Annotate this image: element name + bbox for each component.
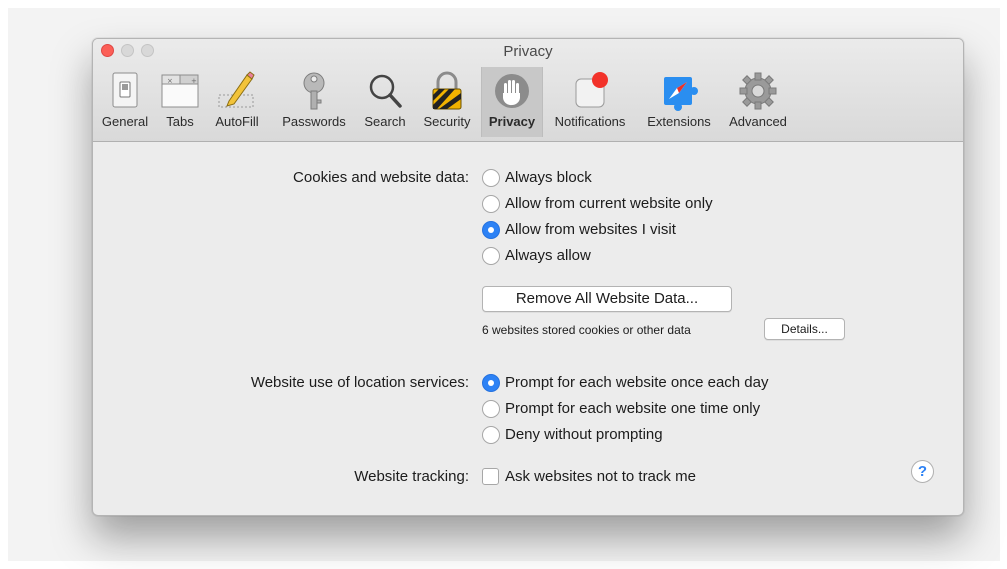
tab-extensions[interactable]: Extensions — [639, 67, 719, 137]
help-button[interactable]: ? — [911, 460, 934, 483]
stored-cookies-info: 6 websites stored cookies or other data — [482, 323, 691, 337]
tab-advanced[interactable]: Advanced — [723, 67, 793, 137]
radio-websites-i-visit[interactable] — [482, 221, 500, 239]
notification-badge-icon — [568, 71, 612, 111]
radio-current-website[interactable] — [482, 195, 500, 213]
key-icon — [292, 71, 336, 111]
tab-tabs-label: Tabs — [166, 114, 194, 129]
tab-general[interactable]: General — [97, 67, 153, 137]
radio-one-time-only[interactable] — [482, 400, 500, 418]
privacy-pane: Cookies and website data: Always block A… — [93, 142, 963, 515]
tab-passwords-label: Passwords — [282, 114, 346, 129]
tab-advanced-label: Advanced — [729, 114, 787, 129]
radio-always-allow[interactable] — [482, 247, 500, 265]
tab-search[interactable]: Search — [357, 67, 413, 137]
svg-text:+: + — [191, 77, 197, 85]
svg-text:×: × — [167, 77, 173, 85]
remove-all-website-data-button[interactable]: Remove All Website Data... — [482, 286, 732, 312]
privacy-preferences-window: Privacy General × + Tabs AutoFill Passwo… — [92, 38, 964, 516]
tab-passwords[interactable]: Passwords — [274, 67, 354, 137]
details-button[interactable]: Details... — [764, 318, 845, 340]
tab-security-label: Security — [423, 114, 471, 129]
tabs-icon: × + — [158, 71, 202, 111]
tab-general-label: General — [101, 114, 149, 129]
tab-extensions-label: Extensions — [647, 114, 711, 129]
tab-autofill-label: AutoFill — [215, 114, 259, 129]
tab-autofill[interactable]: AutoFill — [205, 67, 269, 137]
radio-deny-without-prompting[interactable] — [482, 426, 500, 444]
tab-privacy[interactable]: Privacy — [481, 67, 543, 137]
tab-privacy-label: Privacy — [488, 114, 536, 129]
tab-notifications[interactable]: Notifications — [545, 67, 635, 137]
switch-icon — [103, 71, 147, 111]
padlock-icon — [425, 71, 469, 111]
hand-icon — [490, 71, 534, 111]
tab-security[interactable]: Security — [417, 67, 477, 137]
magnifier-icon — [363, 71, 407, 111]
radio-once-each-day[interactable] — [482, 374, 500, 392]
cookies-label: Cookies and website data: — [293, 169, 469, 186]
location-services-label: Website use of location services: — [250, 374, 469, 391]
tab-notifications-label: Notifications — [554, 114, 626, 129]
gear-icon — [736, 71, 780, 111]
window-title: Privacy — [503, 43, 553, 60]
compass-puzzle-icon — [657, 71, 701, 111]
do-not-track-checkbox[interactable] — [482, 468, 499, 485]
tab-tabs[interactable]: × + Tabs — [157, 67, 203, 137]
title-bar: Privacy General × + Tabs AutoFill Passwo… — [93, 39, 963, 142]
radio-always-block[interactable] — [482, 169, 500, 187]
pencil-form-icon — [215, 71, 259, 111]
website-tracking-label: Website tracking: — [354, 468, 469, 485]
tab-search-label: Search — [364, 114, 406, 129]
